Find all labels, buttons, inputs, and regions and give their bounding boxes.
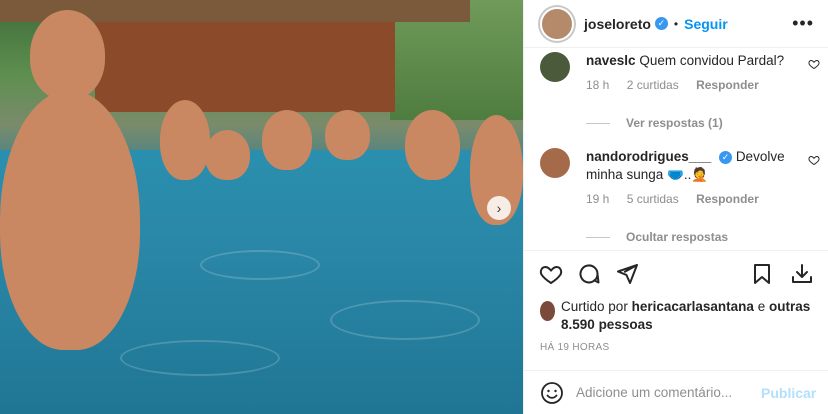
person bbox=[262, 110, 312, 170]
reply-button[interactable]: Responder bbox=[696, 78, 759, 92]
next-photo-button[interactable]: › bbox=[487, 196, 511, 220]
commenter-avatar[interactable] bbox=[540, 52, 570, 82]
person bbox=[0, 90, 140, 350]
liker-username[interactable]: hericacarlasantana bbox=[632, 299, 754, 314]
pool-ripple bbox=[120, 340, 280, 376]
post-header: joseloreto ✓ • Seguir ••• bbox=[524, 0, 828, 48]
person bbox=[30, 10, 105, 100]
comment-item: naveslc Quem convidou Pardal? 18 h 2 cur… bbox=[540, 52, 820, 92]
comment-likes[interactable]: 5 curtidas bbox=[627, 192, 679, 206]
reply-button[interactable]: Responder bbox=[696, 192, 759, 206]
post-photo: › bbox=[0, 0, 523, 414]
comment-text: Quem convidou Pardal? bbox=[639, 53, 785, 68]
thread-label[interactable]: Ocultar respostas bbox=[626, 230, 728, 244]
photo-background-house bbox=[95, 22, 395, 112]
person bbox=[160, 100, 210, 180]
comment-icon[interactable] bbox=[576, 261, 602, 287]
bookmark-icon[interactable] bbox=[749, 261, 775, 287]
author-avatar[interactable] bbox=[540, 6, 574, 41]
pool-ripple bbox=[330, 300, 480, 340]
thread-line bbox=[586, 236, 610, 238]
person bbox=[405, 110, 460, 180]
emoji-icon[interactable] bbox=[540, 381, 564, 405]
author-username[interactable]: joseloreto bbox=[584, 16, 651, 32]
comment-heart-icon[interactable] bbox=[808, 58, 820, 73]
comment-time[interactable]: 18 h bbox=[586, 78, 609, 92]
follow-button[interactable]: Seguir bbox=[684, 16, 728, 32]
comments-list[interactable]: naveslc Quem convidou Pardal? 18 h 2 cur… bbox=[524, 48, 828, 248]
comment-meta: 18 h 2 curtidas Responder bbox=[586, 78, 820, 92]
thread-line bbox=[586, 122, 610, 124]
liker-avatar[interactable] bbox=[540, 301, 556, 321]
person bbox=[325, 110, 370, 160]
likes-summary: Curtido por hericacarlasantana e outras … bbox=[540, 298, 820, 334]
verified-badge-icon: ✓ bbox=[654, 17, 668, 30]
hide-replies-toggle[interactable]: Ocultar respostas bbox=[586, 230, 728, 244]
commenter-avatar[interactable] bbox=[540, 148, 570, 178]
add-comment-bar: Publicar bbox=[524, 370, 828, 414]
share-icon[interactable] bbox=[614, 261, 640, 287]
person bbox=[205, 130, 250, 180]
post-actions bbox=[524, 250, 828, 296]
header-separator: • bbox=[673, 16, 679, 31]
publish-button[interactable]: Publicar bbox=[761, 385, 816, 401]
post-sidebar: joseloreto ✓ • Seguir ••• naveslc Quem c… bbox=[523, 0, 828, 414]
heart-icon[interactable] bbox=[538, 261, 564, 287]
commenter-username[interactable]: nandorodrigues___ bbox=[586, 149, 711, 164]
likes-text: Curtido por hericacarlasantana e outras … bbox=[561, 298, 820, 334]
comment-likes[interactable]: 2 curtidas bbox=[627, 78, 679, 92]
comment-body: nandorodrigues___ ✓ Devolve minha sunga … bbox=[586, 148, 820, 184]
likes-conjunction: e bbox=[757, 299, 766, 314]
chevron-right-icon: › bbox=[496, 200, 502, 216]
more-options-icon[interactable]: ••• bbox=[792, 13, 814, 34]
actions-right bbox=[735, 261, 815, 287]
comment-body: naveslc Quem convidou Pardal? bbox=[586, 52, 820, 70]
download-icon[interactable] bbox=[789, 261, 815, 287]
comment-time[interactable]: 19 h bbox=[586, 192, 609, 206]
verified-badge-icon: ✓ bbox=[719, 150, 733, 164]
comment-item: nandorodrigues___ ✓ Devolve minha sunga … bbox=[540, 148, 820, 206]
thread-label[interactable]: Ver respostas (1) bbox=[626, 116, 723, 130]
comment-meta: 19 h 5 curtidas Responder bbox=[586, 192, 820, 206]
pool-ripple bbox=[200, 250, 320, 280]
comment-heart-icon[interactable] bbox=[808, 154, 820, 169]
commenter-username[interactable]: naveslc bbox=[586, 53, 636, 68]
post-time-ago[interactable]: HÁ 19 HORAS bbox=[540, 342, 609, 353]
comment-input[interactable] bbox=[576, 385, 753, 400]
likes-prefix: Curtido por bbox=[561, 299, 628, 314]
view-replies-toggle[interactable]: Ver respostas (1) bbox=[586, 116, 723, 130]
